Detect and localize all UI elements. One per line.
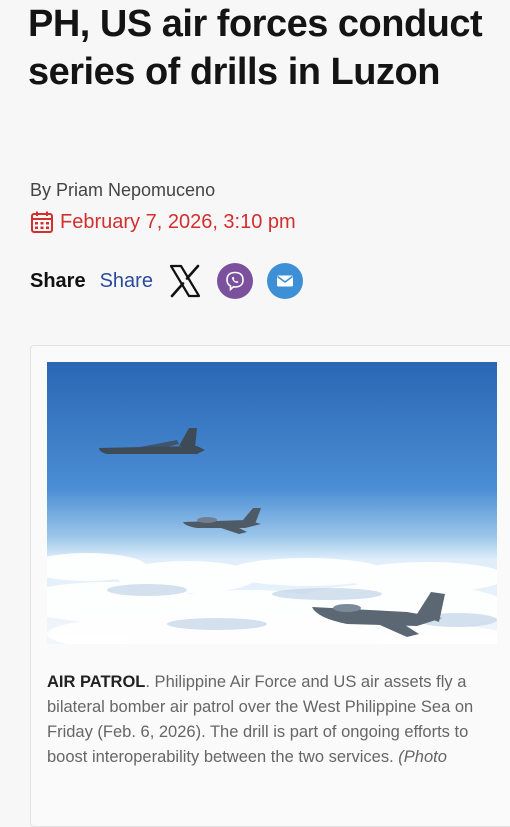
photo-caption: AIR PATROL. Philippine Air Force and US … [47,670,502,770]
share-facebook-link[interactable]: Share [100,270,153,293]
caption-lead: AIR PATROL [47,673,146,691]
viber-share-button[interactable] [216,263,253,299]
article-headline: PH, US air forces conduct series of dril… [28,3,483,93]
featured-photo[interactable] [47,362,497,644]
mail-icon [276,275,293,287]
email-share-button[interactable] [266,263,303,299]
article-date-text: February 7, 2026, 3:10 pm [60,210,296,233]
calendar-icon [31,211,53,233]
share-label: Share [30,269,86,292]
article-byline: By Priam Nepomuceno [30,180,216,200]
caption-credit: (Photo [398,748,447,766]
x-icon[interactable] [167,263,203,299]
article-date: February 7, 2026, 3:10 pm [30,210,296,234]
share-bar: Share Share [30,263,303,299]
aircraft-formation-image [47,362,497,644]
viber-icon [226,271,244,292]
